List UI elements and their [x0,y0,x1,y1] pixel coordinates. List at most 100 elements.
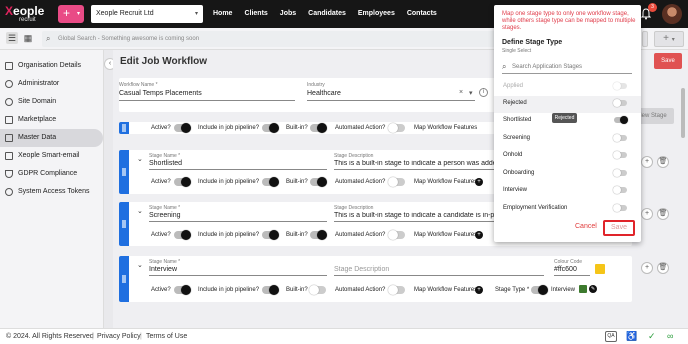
list-view-icon[interactable]: ☰ [6,32,18,44]
trash-icon[interactable]: 🗑 [657,156,669,168]
nav-jobs[interactable]: Jobs [280,0,296,28]
option-toggle[interactable] [614,116,628,124]
organisation-select[interactable]: Xeople Recruit Ltd ▾ [91,5,203,23]
drag-handle-icon[interactable] [119,256,129,302]
footer-divider: | [140,333,142,340]
nav-employees[interactable]: Employees [358,0,395,28]
automated-toggle[interactable] [388,230,405,240]
chevron-down-icon[interactable]: ⌄ [137,155,143,163]
global-search-input[interactable]: ⌕ Global Search - Something awesome is co… [42,31,502,47]
builtin-toggle[interactable] [310,177,327,187]
subbar-control[interactable] [642,31,648,47]
drag-handle-icon[interactable] [119,150,129,194]
active-toggle[interactable] [174,123,191,133]
option-label: Rejected [503,100,527,106]
option-toggle[interactable] [613,169,627,177]
active-toggle[interactable] [174,285,191,295]
nav-clients[interactable]: Clients [244,0,267,28]
sidebar-item-gdpr[interactable]: GDPR Compliance [0,165,103,183]
avatar[interactable] [662,4,682,24]
sidebar-item-organisation-details[interactable]: Organisation Details [0,57,103,75]
nav-contacts[interactable]: Contacts [407,0,437,28]
sidebar-item-label: Site Domain [18,98,57,105]
include-toggle[interactable] [262,285,279,295]
dropdown-save-button[interactable]: Save [603,220,635,236]
add-feature-icon[interactable]: + [475,178,483,186]
nav-candidates[interactable]: Candidates [308,0,346,28]
option-interview[interactable]: Interview [494,183,641,200]
stage-search-input[interactable]: ⌕ Search Application Stages [502,60,632,74]
add-stage-button[interactable]: + [641,262,653,274]
nav-home[interactable]: Home [213,0,232,28]
colour-code-input[interactable]: #ffc600 [554,266,577,273]
edit-icon[interactable]: ✎ [589,285,597,293]
option-rejected[interactable]: Rejected [494,96,641,113]
map-features-label: Map Workflow Features [414,179,478,185]
sidebar-item-access-tokens[interactable]: System Access Tokens [0,183,103,201]
scrollbar[interactable] [681,88,685,138]
automated-toggle[interactable] [388,285,405,295]
sidebar-item-site-domain[interactable]: Site Domain [0,93,103,111]
sidebar-item-smart-email[interactable]: Xeople Smart-email [0,147,103,165]
add-new-button[interactable]: + ▾ [58,5,84,23]
dropdown-cancel-button[interactable]: Cancel [575,223,597,230]
sidebar-item-administrator[interactable]: Administrator [0,75,103,93]
privacy-policy-link[interactable]: Privacy Policy [97,333,141,340]
shield-icon [5,170,13,178]
option-onboarding[interactable]: Onboarding [494,166,641,183]
workflow-name-input[interactable]: Casual Temps Placements [119,90,202,97]
trash-icon[interactable]: 🗑 [657,208,669,220]
automated-toggle[interactable] [388,123,405,133]
industry-select[interactable]: Healthcare [307,90,341,97]
trash-icon[interactable]: 🗑 [657,262,669,274]
chevron-down-icon[interactable]: ⌄ [137,261,143,269]
drag-handle-icon[interactable] [119,202,129,246]
stage-name-input[interactable]: Interview [149,266,177,273]
option-toggle[interactable] [613,204,627,212]
option-screening[interactable]: Screening [494,131,641,148]
grid-view-icon[interactable]: ▦ [22,32,34,44]
stage-type-toggle[interactable] [531,285,548,295]
terms-of-use-link[interactable]: Terms of Use [146,333,187,340]
xeople-logo[interactable]: Xeople recruit [5,4,53,24]
add-stage-button[interactable]: + [641,156,653,168]
colour-swatch[interactable] [595,264,605,274]
save-button[interactable]: Save [654,53,682,69]
builtin-toggle[interactable] [309,285,326,295]
check-circle-icon[interactable]: ✓ [648,331,656,342]
accessibility-icon[interactable]: ♿ [626,331,637,342]
sidebar-item-marketplace[interactable]: Marketplace [0,111,103,129]
option-onhold[interactable]: Onhold [494,148,641,165]
clear-icon[interactable]: × [459,89,463,96]
sidebar-item-master-data[interactable]: Master Data [0,129,103,147]
subbar-add-button[interactable]: + ▾ [654,31,684,47]
option-toggle[interactable] [613,186,627,194]
info-icon[interactable]: i [479,88,488,97]
stage-description-input[interactable]: This is a built-in stage to indicate a p… [334,160,494,167]
active-toggle[interactable] [174,177,191,187]
include-toggle[interactable] [262,123,279,133]
chevron-down-icon[interactable]: ⌄ [137,207,143,215]
builtin-label: Built-in? [286,232,308,238]
sync-icon[interactable]: ∞ [667,331,673,341]
include-toggle[interactable] [262,177,279,187]
drag-handle-icon[interactable] [119,122,129,134]
option-employment-verification[interactable]: Employment Verification [494,201,641,218]
stage-description-input[interactable]: This is a built-in stage to indicate a c… [334,212,494,219]
option-label: Interview [503,187,528,193]
add-stage-button[interactable]: + [641,208,653,220]
include-toggle[interactable] [262,230,279,240]
builtin-toggle[interactable] [310,230,327,240]
automated-toggle[interactable] [388,177,405,187]
stage-description-input[interactable]: Stage Description [334,266,389,273]
chevron-down-icon[interactable]: ▾ [469,89,473,97]
add-feature-icon[interactable]: + [475,286,483,294]
active-toggle[interactable] [174,230,191,240]
stage-name-input[interactable]: Shortlisted [149,160,182,167]
add-feature-icon[interactable]: + [475,231,483,239]
stage-name-input[interactable]: Screening [149,212,181,219]
option-toggle[interactable] [613,151,627,159]
option-toggle[interactable] [613,99,627,107]
builtin-toggle[interactable] [310,123,327,133]
option-toggle[interactable] [613,134,627,142]
